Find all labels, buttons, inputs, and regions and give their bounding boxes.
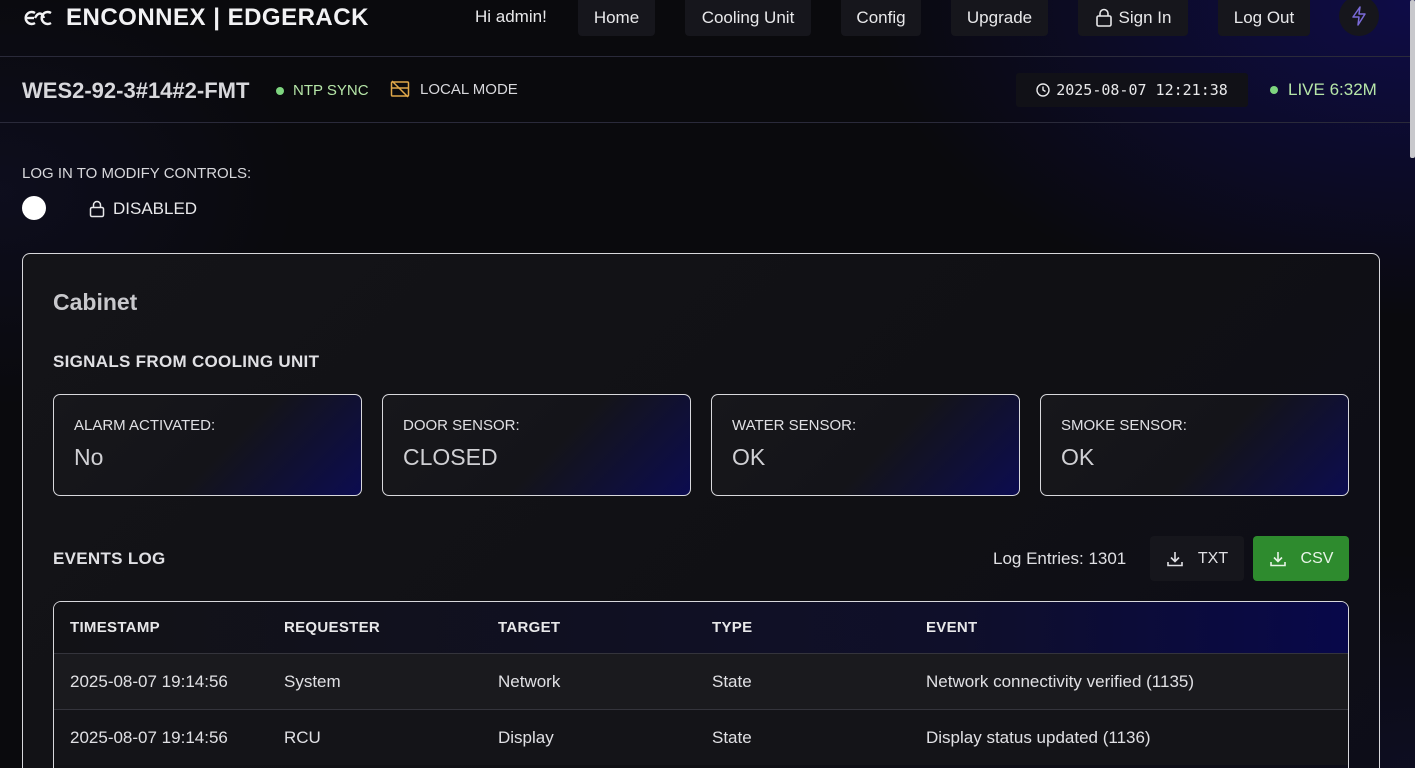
cell-target: Display bbox=[498, 727, 554, 747]
controls-state: DISABLED bbox=[89, 199, 197, 219]
cell-type: State bbox=[712, 671, 752, 691]
page-scrollbar[interactable] bbox=[1410, 0, 1415, 158]
download-txt-button[interactable]: TXT bbox=[1150, 536, 1244, 581]
column-header-event[interactable]: EVENT bbox=[910, 619, 1348, 636]
signal-label: SMOKE SENSOR: bbox=[1061, 417, 1187, 434]
nav-home-button[interactable]: Home bbox=[578, 0, 655, 36]
log-entries-count: Log Entries: 1301 bbox=[993, 549, 1127, 568]
events-table: TIMESTAMP REQUESTER TARGET TYPE EVENT 20… bbox=[53, 601, 1349, 768]
live-status-dot-icon bbox=[1270, 86, 1278, 94]
power-button[interactable] bbox=[1339, 0, 1379, 36]
signal-door: DOOR SENSOR: CLOSED bbox=[382, 394, 691, 496]
download-icon bbox=[1167, 551, 1183, 566]
signal-alarm: ALARM ACTIVATED: No bbox=[53, 394, 362, 496]
signal-label: DOOR SENSOR: bbox=[403, 417, 520, 434]
enconnex-logo-icon bbox=[24, 10, 52, 26]
datetime-display: 2025-08-07 12:21:38 bbox=[1016, 73, 1248, 107]
nav-log-out-button[interactable]: Log Out bbox=[1218, 0, 1310, 36]
download-icon bbox=[1269, 551, 1286, 566]
ntp-sync-label: NTP SYNC bbox=[293, 82, 369, 99]
table-row[interactable]: 2025-08-07 19:14:56 System Network State… bbox=[54, 653, 1348, 709]
lock-icon bbox=[1095, 8, 1112, 27]
cell-requester: System bbox=[284, 671, 341, 691]
datetime-value: 2025-08-07 12:21:38 bbox=[1056, 81, 1228, 99]
signal-smoke: SMOKE SENSOR: OK bbox=[1040, 394, 1349, 496]
signal-label: WATER SENSOR: bbox=[732, 417, 857, 434]
controls-state-label: DISABLED bbox=[113, 199, 198, 218]
cabinet-title: Cabinet bbox=[53, 289, 138, 315]
signal-value: OK bbox=[732, 444, 766, 470]
signals-title: SIGNALS FROM COOLING UNIT bbox=[53, 352, 320, 371]
cabinet-card: Cabinet SIGNALS FROM COOLING UNIT ALARM … bbox=[22, 253, 1380, 768]
signal-value: No bbox=[74, 444, 104, 470]
table-row[interactable]: 2025-08-07 19:14:56 RCU Display State Di… bbox=[54, 709, 1348, 765]
signal-value: CLOSED bbox=[403, 444, 498, 470]
download-csv-button[interactable]: CSV bbox=[1253, 536, 1349, 581]
column-header-requester[interactable]: REQUESTER bbox=[268, 619, 482, 636]
cell-requester: RCU bbox=[284, 727, 321, 747]
device-name: WES2-92-3#14#2-FMT bbox=[22, 78, 250, 103]
ntp-sync-status: NTP SYNC bbox=[276, 82, 369, 99]
sign-in-label: Sign In bbox=[1118, 8, 1172, 27]
top-nav: ENCONNEX | EDGERACK Hi admin! Home Cooli… bbox=[0, 0, 1415, 57]
table-header: TIMESTAMP REQUESTER TARGET TYPE EVENT bbox=[54, 602, 1348, 653]
cell-event: Display status updated (1136) bbox=[926, 727, 1151, 747]
cell-type: State bbox=[712, 727, 752, 747]
nav-config-button[interactable]: Config bbox=[841, 0, 921, 36]
live-status-label: LIVE 6:32M bbox=[1288, 80, 1377, 99]
nav-upgrade-button[interactable]: Upgrade bbox=[951, 0, 1048, 36]
download-txt-label: TXT bbox=[1197, 549, 1229, 567]
greeting: Hi admin! bbox=[475, 7, 547, 26]
brand[interactable]: ENCONNEX | EDGERACK bbox=[22, 4, 369, 32]
local-mode-status: LOCAL MODE bbox=[390, 80, 518, 98]
events-log-title: EVENTS LOG bbox=[53, 549, 166, 568]
column-header-timestamp[interactable]: TIMESTAMP bbox=[54, 619, 268, 636]
local-mode-icon bbox=[390, 80, 410, 98]
signal-label: ALARM ACTIVATED: bbox=[74, 417, 216, 434]
status-bar: WES2-92-3#14#2-FMT NTP SYNC LOCAL MODE 2… bbox=[0, 57, 1415, 123]
download-csv-label: CSV bbox=[1300, 549, 1334, 567]
signal-water: WATER SENSOR: OK bbox=[711, 394, 1020, 496]
live-status: LIVE 6:32M bbox=[1270, 80, 1377, 100]
cell-timestamp: 2025-08-07 19:14:56 bbox=[70, 727, 228, 747]
lock-icon bbox=[89, 200, 105, 218]
nav-cooling-unit-button[interactable]: Cooling Unit bbox=[685, 0, 811, 36]
local-mode-label: LOCAL MODE bbox=[420, 80, 518, 98]
cell-target: Network bbox=[498, 671, 561, 691]
ntp-status-dot-icon bbox=[276, 86, 284, 95]
column-header-target[interactable]: TARGET bbox=[482, 619, 696, 636]
column-header-type[interactable]: TYPE bbox=[696, 619, 910, 636]
nav-sign-in-button[interactable]: Sign In bbox=[1078, 0, 1188, 36]
login-to-modify-label: LOG IN TO MODIFY CONTROLS: bbox=[22, 165, 252, 182]
controls-toggle[interactable] bbox=[22, 196, 46, 220]
brand-name: ENCONNEX | EDGERACK bbox=[66, 4, 369, 31]
cell-timestamp: 2025-08-07 19:14:56 bbox=[70, 671, 228, 691]
cell-event: Network connectivity verified (1135) bbox=[926, 671, 1195, 691]
signal-value: OK bbox=[1061, 444, 1095, 470]
bolt-icon bbox=[1352, 6, 1366, 26]
clock-icon bbox=[1036, 83, 1050, 97]
